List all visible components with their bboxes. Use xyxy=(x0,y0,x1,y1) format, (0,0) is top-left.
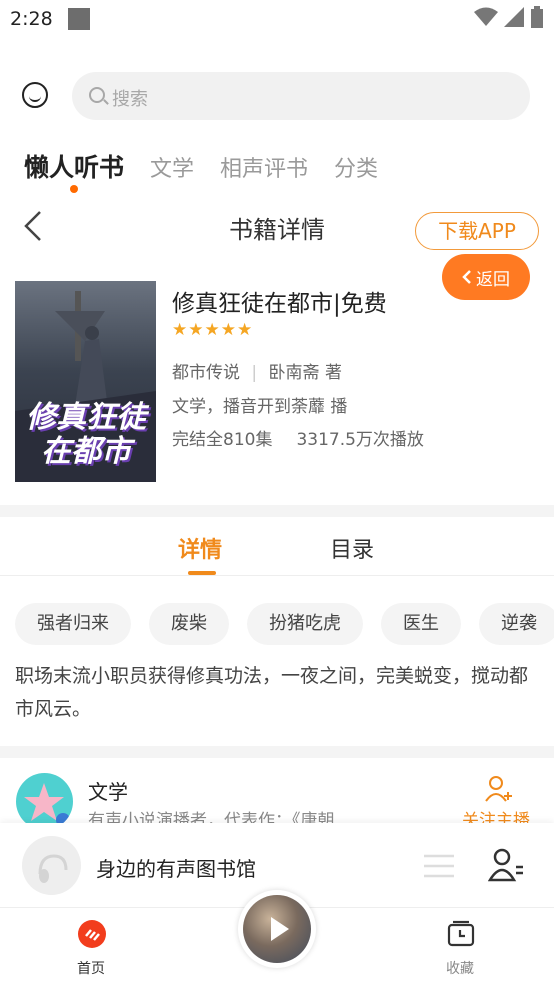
cover-title: 修真狂徒在都市 xyxy=(26,400,146,469)
meta-separator: | xyxy=(251,363,258,383)
tab-crosstalk[interactable]: 相声评书 xyxy=(220,151,308,183)
star-icon: ★ xyxy=(204,320,220,340)
book-category[interactable]: 都市传说 xyxy=(172,363,240,383)
play-icon xyxy=(271,917,289,941)
book-title: 修真狂徒在都市|免费 xyxy=(172,291,387,317)
book-narrator: 文学，播音开到荼蘼 播 xyxy=(172,397,348,417)
tab-toc[interactable]: 目录 xyxy=(330,532,374,564)
nav-home-label[interactable]: 首页 xyxy=(77,958,105,978)
headphone-icon xyxy=(38,854,68,883)
tab-lanren[interactable]: 懒人听书 xyxy=(24,148,124,184)
author-avatar[interactable] xyxy=(16,773,73,830)
player-disc[interactable] xyxy=(22,836,81,895)
book-episodes: 完结全810集 xyxy=(172,430,273,450)
tab-categories[interactable]: 分类 xyxy=(334,151,378,183)
search-placeholder: 搜索 xyxy=(112,89,148,110)
home-icon[interactable] xyxy=(78,920,106,948)
tag-chip[interactable]: 医生 xyxy=(381,603,461,645)
now-playing-cover xyxy=(243,895,311,963)
back-icon[interactable] xyxy=(22,210,52,242)
tag-chip[interactable]: 扮猪吃虎 xyxy=(247,603,363,645)
chevron-left-icon xyxy=(462,270,471,284)
book-cover[interactable]: 修真狂徒在都市 xyxy=(15,281,156,482)
battery-icon xyxy=(531,6,543,28)
status-time: 2:28 xyxy=(10,8,53,30)
tab-divider xyxy=(0,575,554,576)
tag-chip[interactable]: 强者归来 xyxy=(15,603,131,645)
search-icon xyxy=(89,87,105,103)
return-label: 返回 xyxy=(476,269,510,290)
tag-chip[interactable]: 废柴 xyxy=(149,603,229,645)
section-divider xyxy=(0,746,554,758)
star-icon: ★ xyxy=(237,320,253,340)
star-icon: ★ xyxy=(172,320,188,340)
category-tabs: 懒人听书 文学 相声评书 分类 xyxy=(24,148,378,184)
player-title: 身边的有声图书馆 xyxy=(96,857,256,881)
center-play-button[interactable] xyxy=(238,890,316,968)
tab-detail[interactable]: 详情 xyxy=(178,532,222,564)
playlist-icon[interactable] xyxy=(422,853,456,879)
notification-icon xyxy=(68,8,90,30)
star-icon: ★ xyxy=(220,320,236,340)
section-divider xyxy=(0,505,554,517)
return-button[interactable]: 返回 xyxy=(442,254,530,300)
tag-chip[interactable]: 逆袭 xyxy=(479,603,554,645)
author-name: 文学 xyxy=(88,780,128,804)
tab-literature[interactable]: 文学 xyxy=(150,151,194,183)
rating-stars: ★ ★ ★ ★ ★ xyxy=(172,320,252,340)
profile-smiley-icon[interactable] xyxy=(22,82,48,108)
signal-icon xyxy=(504,7,524,27)
active-tab-indicator xyxy=(70,185,78,193)
nav-favorites-label[interactable]: 收藏 xyxy=(446,958,474,978)
book-stats: 完结全810集 3317.5万次播放 xyxy=(172,425,424,450)
status-icons xyxy=(474,6,544,28)
favorites-icon[interactable] xyxy=(447,920,475,948)
follow-user-icon[interactable] xyxy=(484,774,514,804)
book-author[interactable]: 卧南斋 著 xyxy=(269,363,342,383)
search-bar[interactable]: 搜索 xyxy=(72,72,530,120)
book-plays: 3317.5万次播放 xyxy=(296,430,424,450)
user-list-icon[interactable] xyxy=(488,847,524,883)
star-icon: ★ xyxy=(188,320,204,340)
book-meta-category: 都市传说 | 卧南斋 著 xyxy=(172,358,342,383)
download-app-button[interactable]: 下载APP xyxy=(415,212,539,250)
book-description: 职场末流小职员获得修真功法，一夜之间，完美蜕变，搅动都市风云。 xyxy=(15,665,529,720)
starfish-icon xyxy=(24,783,70,827)
tag-list: 强者归来 废柴 扮猪吃虎 医生 逆袭 xyxy=(15,603,554,645)
home-glyph xyxy=(85,929,100,941)
wifi-icon xyxy=(474,7,498,26)
